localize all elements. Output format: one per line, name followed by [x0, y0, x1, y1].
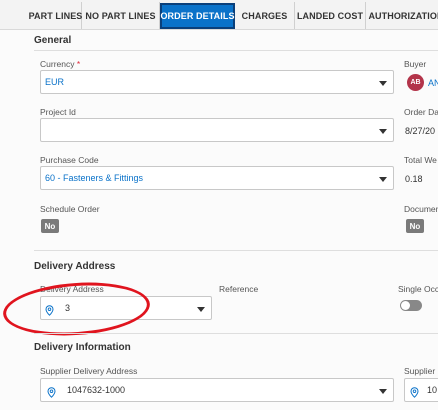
divider	[34, 333, 438, 334]
single-occasion-toggle[interactable]	[400, 300, 422, 311]
tab-order-details[interactable]: ORDER DETAILS	[160, 3, 235, 29]
divider	[34, 50, 438, 51]
tab-part-lines[interactable]: PART LINES	[29, 2, 82, 29]
schedule-order-toggle[interactable]: No	[41, 219, 59, 233]
chevron-down-icon	[197, 307, 205, 312]
supplier-label: Supplier	[404, 366, 436, 376]
tab-charges[interactable]: CHARGES	[235, 2, 295, 29]
project-id-select[interactable]	[40, 118, 394, 142]
chevron-down-icon	[379, 129, 387, 134]
document-toggle[interactable]: No	[406, 219, 424, 233]
location-pin-icon	[410, 385, 419, 403]
currency-label: Currency *	[40, 59, 81, 69]
document-label: Documen	[404, 204, 438, 214]
buyer-name[interactable]: AN	[428, 78, 438, 88]
divider	[34, 250, 438, 251]
chevron-down-icon	[379, 81, 387, 86]
tab-authorization[interactable]: AUTHORIZATION	[366, 2, 438, 29]
location-pin-icon	[47, 385, 56, 403]
avatar: AB	[407, 74, 424, 91]
section-title-general: General	[34, 35, 72, 46]
currency-select[interactable]: EUR	[40, 70, 394, 94]
single-occasion-label: Single Occ	[398, 284, 438, 294]
supplier-delivery-address-label: Supplier Delivery Address	[40, 366, 138, 376]
chevron-down-icon	[379, 389, 387, 394]
tab-no-part-lines[interactable]: NO PART LINES	[82, 2, 160, 29]
purchase-code-value: 60 - Fasteners & Fittings	[45, 173, 144, 183]
section-title-delivery-address: Delivery Address	[34, 261, 116, 272]
reference-label: Reference	[219, 284, 259, 294]
schedule-order-label: Schedule Order	[40, 204, 100, 214]
total-weight-label: Total We	[404, 155, 437, 165]
supplier-delivery-address-select[interactable]: 1047632-1000	[40, 378, 394, 402]
buyer-label: Buyer	[404, 59, 427, 69]
tab-landed-cost[interactable]: LANDED COST	[295, 2, 366, 29]
currency-value: EUR	[45, 77, 65, 87]
order-date-value[interactable]: 8/27/20	[405, 126, 435, 136]
supplier-value: 10	[427, 385, 438, 395]
supplier-delivery-address-value: 1047632-1000	[67, 385, 126, 395]
section-title-delivery-information: Delivery Information	[34, 342, 131, 353]
required-marker: *	[76, 59, 81, 69]
purchase-code-select[interactable]: 60 - Fasteners & Fittings	[40, 166, 394, 190]
total-weight-value: 0.18	[405, 174, 423, 184]
purchase-code-label: Purchase Code	[40, 155, 99, 165]
supplier-select[interactable]: 10	[404, 378, 438, 402]
project-id-label: Project Id	[40, 107, 76, 117]
tab-bar: PART LINES NO PART LINES ORDER DETAILS C…	[0, 0, 438, 30]
order-date-label: Order Da	[404, 107, 438, 117]
chevron-down-icon	[379, 177, 387, 182]
